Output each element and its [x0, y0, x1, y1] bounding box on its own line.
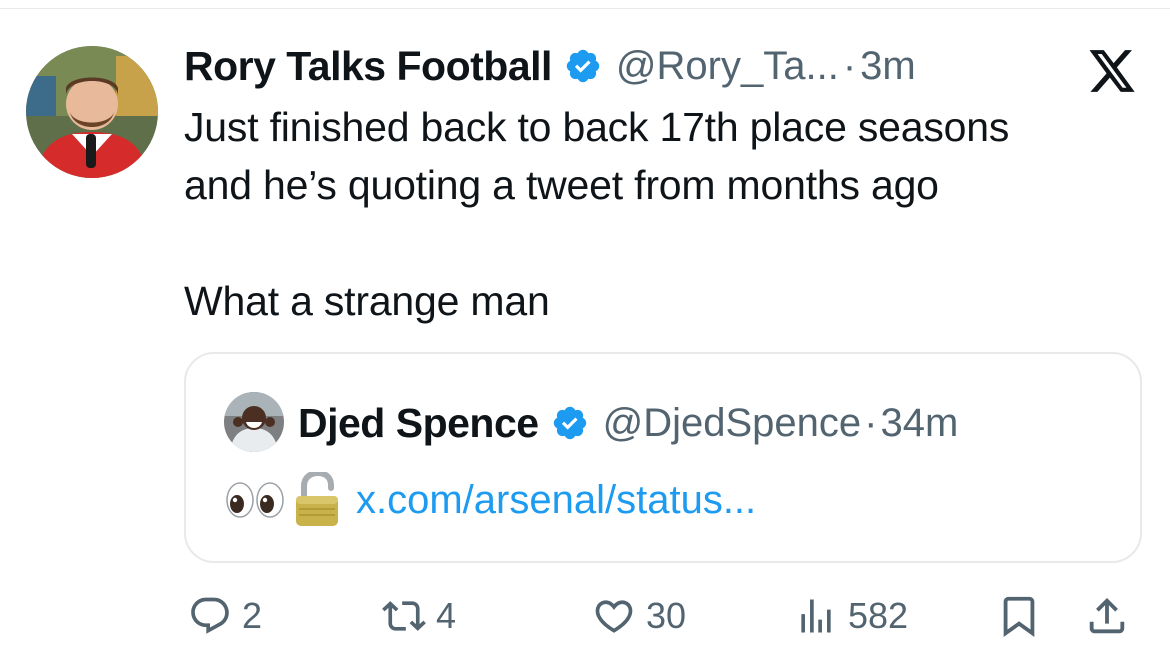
reply-icon [188, 594, 232, 638]
like-button[interactable]: 30 [592, 588, 686, 644]
views-count: 582 [848, 595, 909, 636]
quoted-author-avatar[interactable] [224, 392, 284, 452]
quoted-tweet-timestamp[interactable]: 34m [880, 401, 958, 446]
meta-separator: · [842, 43, 857, 88]
unlocked-padlock-emoji [294, 472, 340, 528]
share-icon [1084, 593, 1130, 639]
quoted-author-handle[interactable]: @DjedSpence [603, 401, 862, 446]
like-count: 30 [646, 595, 687, 636]
author-name[interactable]: Rory Talks Football [184, 43, 552, 90]
verified-badge-icon [551, 404, 589, 442]
quoted-tweet-text: x.com/arsenal/status... [224, 472, 756, 528]
tweet-timestamp[interactable]: 3m [860, 44, 916, 89]
repost-icon [382, 594, 426, 638]
repost-count: 4 [436, 595, 457, 636]
quoted-author-name[interactable]: Djed Spence [298, 400, 539, 447]
tweet-text-line: and he’s quoting a tweet from months ago [184, 162, 939, 208]
action-bar: 2 4 30 582 [184, 588, 1144, 644]
author-handle[interactable]: @Rory_Ta... [616, 44, 839, 89]
meta-separator: · [864, 400, 878, 445]
quoted-tweet-link[interactable]: x.com/arsenal/status... [356, 478, 756, 523]
heart-icon [592, 594, 636, 638]
tweet-text-line: Just finished back to back 17th place se… [184, 104, 1010, 150]
tweet-text-line: What a strange man [184, 278, 550, 324]
reply-count: 2 [242, 595, 263, 636]
top-divider [0, 8, 1170, 9]
verified-badge-icon [564, 47, 602, 85]
bookmark-icon [996, 593, 1042, 639]
tweet-text: Just finished back to back 17th place se… [184, 98, 1144, 330]
views-icon [794, 594, 838, 638]
bookmark-button[interactable] [996, 588, 1042, 644]
eyes-emoji [224, 480, 286, 520]
author-avatar[interactable] [26, 46, 158, 178]
share-button[interactable] [1084, 588, 1130, 644]
views-button[interactable]: 582 [794, 588, 908, 644]
quoted-tweet-header: Djed Spence @DjedSpence · 34m [298, 394, 958, 452]
reply-button[interactable]: 2 [188, 588, 262, 644]
quoted-tweet-card[interactable]: Djed Spence @DjedSpence · 34m x.com/arse… [184, 352, 1142, 563]
repost-button[interactable]: 4 [382, 588, 456, 644]
tweet-header: Rory Talks Football @Rory_Ta... · 3m [184, 38, 916, 94]
x-logo-icon [1086, 48, 1138, 94]
